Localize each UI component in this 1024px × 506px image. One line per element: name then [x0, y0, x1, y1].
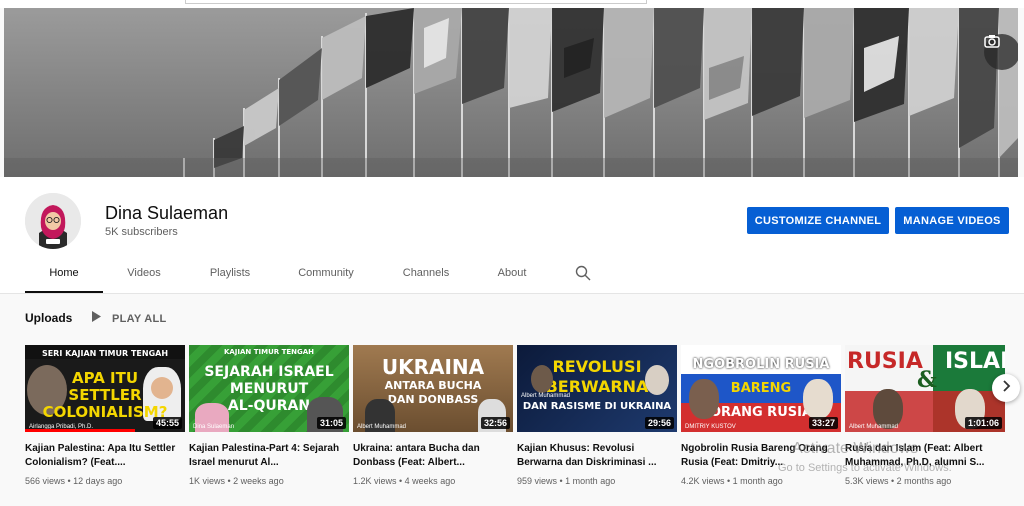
play-all-button[interactable]: PLAY ALL [90, 310, 167, 328]
tab-playlists[interactable]: Playlists [190, 257, 270, 291]
video-thumbnail[interactable]: RUSIA & ISLAM Albert Muhammad 1:01:06 [845, 345, 1005, 432]
channel-tabs: Home Videos Playlists Community Channels… [0, 257, 1024, 293]
person-image [531, 365, 553, 393]
watch-progress [25, 429, 135, 432]
channel-name: Dina Sulaeman [105, 203, 229, 223]
video-duration: 31:05 [316, 417, 346, 429]
top-bar [0, 0, 1024, 8]
search-box-edge[interactable] [185, 0, 647, 4]
person-image [803, 379, 833, 419]
video-card[interactable]: SERI KAJIAN TIMUR TENGAH APA ITU SETTLER… [25, 345, 185, 486]
video-thumbnail[interactable]: UKRAINA ANTARA BUCHA DAN DONBASS Albert … [353, 345, 513, 432]
video-title[interactable]: Kajian Palestina: Apa Itu Settler Coloni… [25, 442, 185, 470]
tab-videos[interactable]: Videos [108, 257, 180, 291]
person-image [873, 389, 903, 429]
person-image [689, 379, 719, 419]
video-meta: 4.2K views • 1 month ago [681, 476, 783, 486]
thumb-text: MENURUT [229, 381, 309, 397]
tabs-divider [0, 293, 1024, 294]
thumb-text: NGOBROLIN RUSIA [692, 357, 830, 372]
thumb-text: ISLAM [945, 349, 1005, 374]
video-title[interactable]: Kajian Palestina-Part 4: Sejarah Israel … [189, 442, 349, 470]
video-thumbnail[interactable]: REVOLUSI BERWARNA DAN RASISME DI UKRAINA… [517, 345, 677, 432]
thumb-text: RUSIA [847, 349, 923, 374]
video-meta: 1K views • 2 weeks ago [189, 476, 284, 486]
thumb-caption: Albert Muhammad [521, 393, 571, 399]
subscriber-count: 5K subscribers [105, 226, 178, 238]
video-card[interactable]: KAJIAN TIMUR TENGAH SEJARAH ISRAEL MENUR… [189, 345, 349, 486]
video-thumbnail[interactable]: KAJIAN TIMUR TENGAH SEJARAH ISRAEL MENUR… [189, 345, 349, 432]
thumb-text: ANTARA BUCHA [384, 379, 482, 392]
video-title[interactable]: Ukraina: antara Bucha dan Donbass (Feat:… [353, 442, 513, 470]
thumb-text: DAN RASISME DI UKRAINA [522, 401, 672, 412]
tab-home[interactable]: Home [25, 257, 103, 293]
chevron-right-icon [1001, 379, 1011, 397]
thumb-caption: Dina Sulaeman [193, 424, 235, 430]
avatar[interactable] [25, 193, 81, 249]
video-thumbnail[interactable]: NGOBROLIN RUSIA BARENG ORANG RUSIA DMITR… [681, 345, 841, 432]
thumb-text: UKRAINA [381, 355, 485, 379]
play-icon [90, 310, 102, 328]
thumb-text: & [917, 367, 937, 393]
customize-channel-button[interactable]: CUSTOMIZE CHANNEL [747, 207, 889, 234]
video-title[interactable]: Kajian Khusus: Revolusi Berwarna dan Dis… [517, 442, 677, 470]
video-meta: 959 views • 1 month ago [517, 476, 616, 486]
video-card[interactable]: UKRAINA ANTARA BUCHA DAN DONBASS Albert … [353, 345, 513, 486]
thumb-caption: Albert Muhammad [849, 424, 899, 430]
video-meta: 566 views • 12 days ago [25, 476, 123, 486]
video-duration: 1:01:06 [964, 417, 1002, 429]
tab-channels[interactable]: Channels [386, 257, 466, 291]
tab-community[interactable]: Community [286, 257, 366, 291]
play-all-label: PLAY ALL [112, 313, 167, 325]
next-arrow-button[interactable] [992, 374, 1020, 402]
thumb-caption: Albert Muhammad [357, 424, 407, 430]
tab-about[interactable]: About [480, 257, 544, 291]
video-meta: 1.2K views • 4 weeks ago [353, 476, 456, 486]
section-title[interactable]: Uploads [25, 311, 72, 325]
video-duration: 45:55 [152, 417, 182, 429]
video-meta: 5.3K views • 2 months ago [845, 476, 952, 486]
thumb-text: APA ITU [71, 369, 139, 387]
windows-activation-watermark: Activate Windows [792, 440, 919, 457]
flags-banner-image [4, 8, 1018, 177]
video-thumbnail[interactable]: SERI KAJIAN TIMUR TENGAH APA ITU SETTLER… [25, 345, 185, 432]
person-image [645, 365, 669, 395]
search-icon[interactable] [575, 265, 591, 286]
video-duration: 32:56 [480, 417, 510, 429]
camera-icon[interactable] [984, 34, 1018, 70]
thumb-text: SERI KAJIAN TIMUR TENGAH [41, 349, 169, 358]
manage-videos-button[interactable]: MANAGE VIDEOS [895, 207, 1009, 234]
video-card[interactable]: REVOLUSI BERWARNA DAN RASISME DI UKRAINA… [517, 345, 677, 486]
channel-header: Dina Sulaeman 5K subscribers CUSTOMIZE C… [0, 177, 1024, 293]
thumb-text: KAJIAN TIMUR TENGAH [223, 348, 315, 356]
video-duration: 33:27 [808, 417, 838, 429]
thumb-caption: DMITRIY KUSTOV [685, 424, 736, 430]
thumb-text: SETTLER [68, 386, 142, 404]
windows-activation-watermark-sub: Go to Settings to activate Windows. [778, 462, 952, 474]
channel-banner [4, 8, 1018, 177]
thumb-text: SEJARAH ISRAEL [204, 364, 334, 380]
video-duration: 29:56 [644, 417, 674, 429]
